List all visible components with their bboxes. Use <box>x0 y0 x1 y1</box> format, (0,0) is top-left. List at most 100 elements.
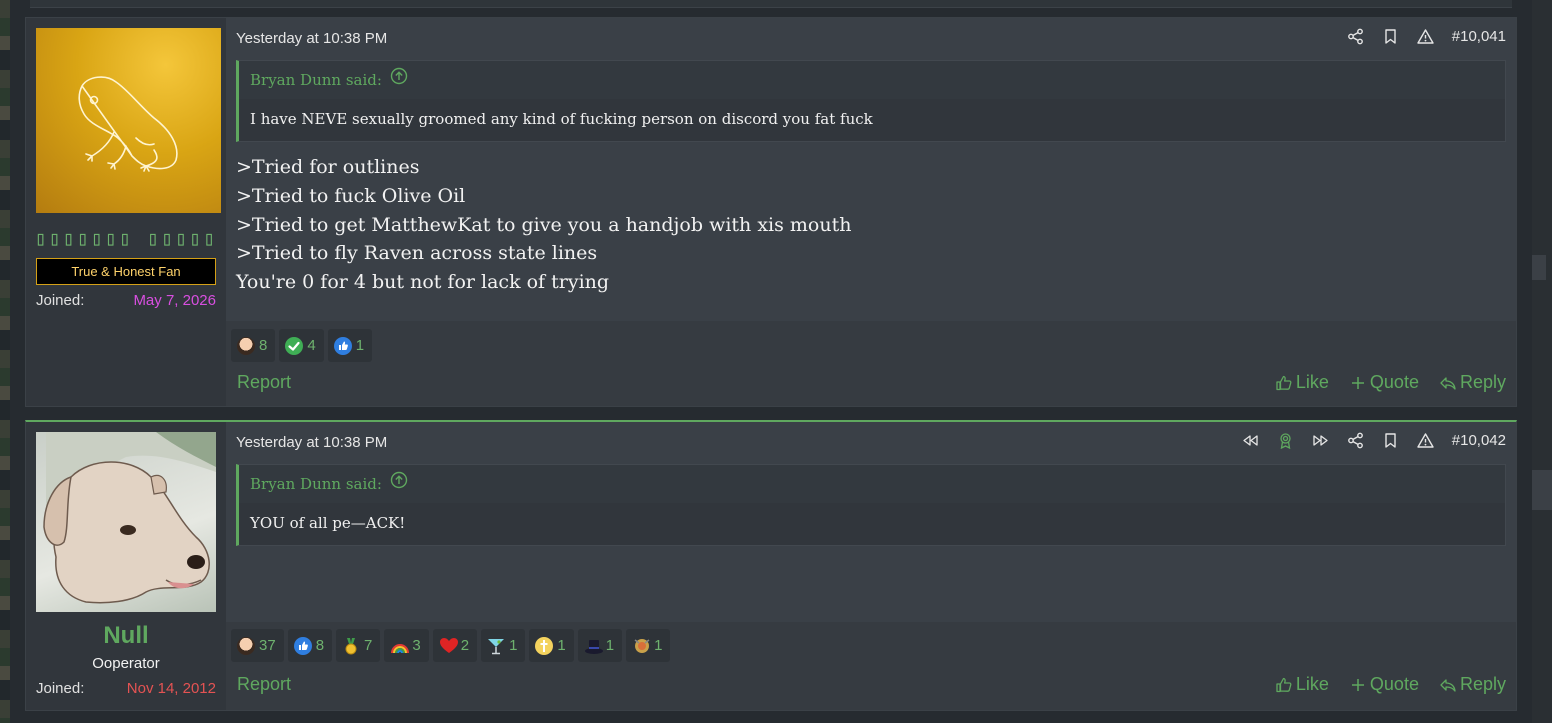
post: ▯▯▯▯▯▯▯ ▯▯▯▯▯ True & Honest Fan Joined: … <box>25 17 1517 407</box>
quote-button[interactable]: Quote <box>1349 372 1419 393</box>
message-line: >Tried to fly Raven across state lines <box>236 242 598 265</box>
arrow-up-circle-icon[interactable] <box>390 61 408 99</box>
face-emoji-icon <box>237 336 255 355</box>
reaction-chip[interactable]: 7 <box>336 629 381 662</box>
warning-icon[interactable] <box>1417 432 1434 449</box>
reactions-bar: 8 4 1 <box>231 329 373 362</box>
rainbow-icon <box>390 637 410 655</box>
avatar[interactable] <box>36 28 221 213</box>
quote-button[interactable]: Quote <box>1349 674 1419 695</box>
report-link[interactable]: Report <box>237 674 291 695</box>
reaction-chip[interactable]: 2 <box>432 629 478 662</box>
plus-icon <box>1351 678 1364 691</box>
reaction-count: 1 <box>509 637 518 654</box>
reaction-count: 8 <box>315 637 325 654</box>
message-body: >Tried for outlines >Tried to fuck Olive… <box>236 153 851 297</box>
reaction-count: 7 <box>364 637 373 654</box>
reply-label: Reply <box>1459 674 1506 694</box>
thumbs-up-icon <box>293 636 312 655</box>
reaction-count: 37 <box>259 637 276 654</box>
top-hat-icon <box>584 637 603 655</box>
user-title: Ooperator <box>92 655 160 672</box>
arrow-up-circle-icon[interactable] <box>390 465 408 503</box>
joined-label: Joined: <box>36 292 85 309</box>
reaction-chip[interactable]: 1 <box>327 329 373 362</box>
reaction-count: 3 <box>412 637 421 654</box>
background-right-edge <box>1532 0 1552 723</box>
quote-label: Quote <box>1369 372 1419 392</box>
heart-icon <box>439 637 458 655</box>
reaction-chip[interactable]: 1 <box>626 629 671 662</box>
quote-author[interactable]: Bryan Dunn said: <box>250 465 382 503</box>
reply-button[interactable]: Reply <box>1439 372 1506 393</box>
post-date[interactable]: Yesterday at 10:38 PM <box>236 30 387 47</box>
joined-date: Nov 14, 2012 <box>126 680 216 697</box>
avatar[interactable] <box>36 432 216 612</box>
bookmark-icon[interactable] <box>1382 432 1399 449</box>
dog-icon <box>43 432 216 604</box>
reaction-chip[interactable]: 4 <box>279 329 324 362</box>
check-icon <box>285 336 304 355</box>
post-footer-actions: Like Quote Reply <box>1275 674 1506 695</box>
quote-author[interactable]: Bryan Dunn said: <box>250 61 382 99</box>
bookmark-icon[interactable] <box>1382 28 1399 45</box>
rewind-icon[interactable] <box>1242 432 1259 449</box>
post-number[interactable]: #10,042 <box>1452 432 1506 449</box>
post-date[interactable]: Yesterday at 10:38 PM <box>236 434 387 451</box>
like-label: Like <box>1295 372 1329 392</box>
reaction-chip[interactable]: 3 <box>384 629 429 662</box>
quote-block: Bryan Dunn said: I have NEVE sexually gr… <box>236 60 1506 142</box>
user-banner: True & Honest Fan <box>36 258 216 285</box>
crest-icon <box>632 637 650 655</box>
reaction-chip[interactable]: 8 <box>287 629 333 662</box>
quote-text: I have NEVE sexually groomed any kind of… <box>239 99 1505 141</box>
reaction-count: 2 <box>460 637 470 654</box>
cross-icon <box>535 636 554 655</box>
award-icon[interactable] <box>1277 432 1294 450</box>
joined-label: Joined: <box>36 680 85 697</box>
user-pane: Null Ooperator Joined: Nov 14, 2012 <box>26 422 226 710</box>
like-button[interactable]: Like <box>1275 674 1329 695</box>
thumbs-up-icon <box>333 336 352 355</box>
reaction-count: 1 <box>605 637 615 654</box>
cocktail-icon <box>487 637 505 655</box>
reaction-count: 4 <box>307 337 316 354</box>
joined-date: May 7, 2026 <box>133 292 216 309</box>
quote-block: Bryan Dunn said: YOU of all pe—ACK! <box>236 464 1506 546</box>
post: Null Ooperator Joined: Nov 14, 2012 Yest… <box>25 420 1517 711</box>
medal-icon <box>342 637 360 655</box>
like-label: Like <box>1295 674 1329 694</box>
user-pane: ▯▯▯▯▯▯▯ ▯▯▯▯▯ True & Honest Fan Joined: … <box>26 18 226 406</box>
reply-button[interactable]: Reply <box>1439 674 1506 695</box>
username[interactable]: Null <box>26 622 226 650</box>
reaction-chip[interactable]: 37 <box>231 629 284 662</box>
thumbs-up-outline-icon <box>1276 677 1292 692</box>
report-link[interactable]: Report <box>237 372 291 393</box>
face-emoji-icon <box>237 636 255 655</box>
quote-text: YOU of all pe—ACK! <box>239 503 1505 545</box>
reaction-chip[interactable]: 1 <box>577 629 623 662</box>
reaction-chip[interactable]: 1 <box>481 629 526 662</box>
reply-arrow-icon <box>1440 678 1456 692</box>
username[interactable]: ▯▯▯▯▯▯▯ ▯▯▯▯▯ <box>26 226 226 250</box>
reaction-chip[interactable]: 8 <box>231 329 276 362</box>
reaction-count: 1 <box>654 637 663 654</box>
message-line: >Tried to get MatthewKat to give you a h… <box>236 213 852 236</box>
thumbs-up-outline-icon <box>1276 375 1292 390</box>
post-number[interactable]: #10,041 <box>1452 28 1506 45</box>
reactions-bar: 37 8 7 3 2 1 1 1 1 <box>231 629 671 662</box>
reaction-chip[interactable]: 1 <box>529 629 574 662</box>
share-icon[interactable] <box>1347 432 1364 449</box>
reaction-count: 8 <box>259 337 268 354</box>
message-line: >Tried for outlines <box>236 156 420 178</box>
background-left-edge <box>0 0 10 723</box>
share-icon[interactable] <box>1347 28 1364 45</box>
reply-label: Reply <box>1459 372 1506 392</box>
frog-icon <box>78 76 178 172</box>
post-content: Yesterday at 10:38 PM #10,042 Bryan Dunn… <box>226 422 1516 710</box>
warning-icon[interactable] <box>1417 28 1434 45</box>
like-button[interactable]: Like <box>1275 372 1329 393</box>
reaction-count: 1 <box>557 637 566 654</box>
previous-post-edge <box>30 0 1512 8</box>
fast-forward-icon[interactable] <box>1312 432 1329 449</box>
